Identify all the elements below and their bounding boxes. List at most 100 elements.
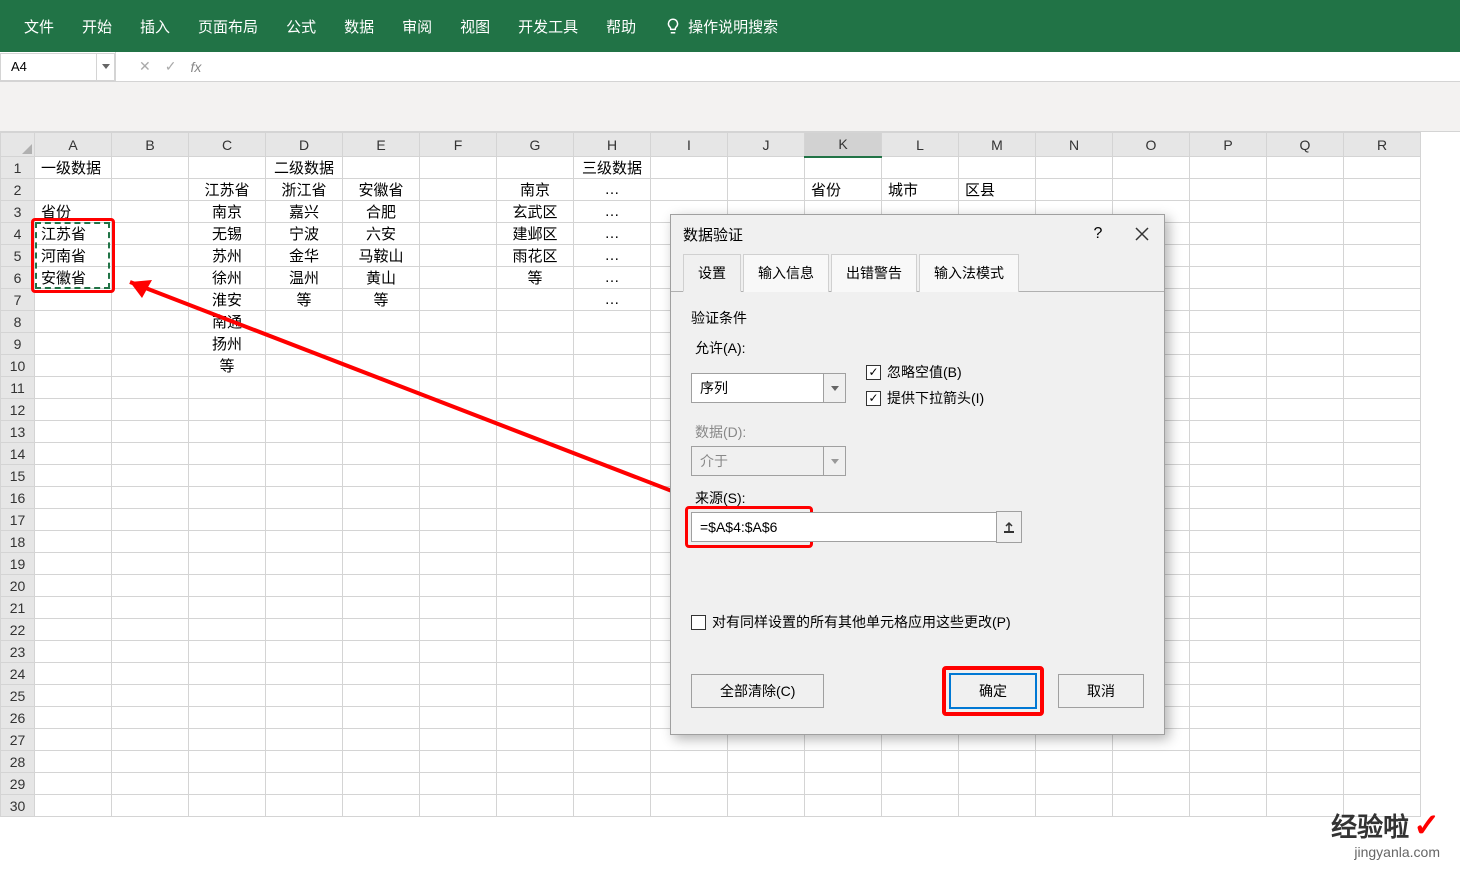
cell-Q15[interactable] [1267, 465, 1344, 487]
column-header-R[interactable]: R [1344, 133, 1421, 157]
cell-O28[interactable] [1113, 751, 1190, 773]
cell-G15[interactable] [497, 465, 574, 487]
row-header-19[interactable]: 19 [1, 553, 35, 575]
cell-H13[interactable] [574, 421, 651, 443]
cell-P24[interactable] [1190, 663, 1267, 685]
cell-F14[interactable] [420, 443, 497, 465]
cell-K29[interactable] [805, 773, 882, 795]
cell-P14[interactable] [1190, 443, 1267, 465]
cell-K30[interactable] [805, 795, 882, 817]
cell-H6[interactable]: … [574, 267, 651, 289]
menu-formulas[interactable]: 公式 [272, 0, 330, 52]
cell-B6[interactable] [112, 267, 189, 289]
cell-E27[interactable] [343, 729, 420, 751]
cell-P4[interactable] [1190, 223, 1267, 245]
cell-D12[interactable] [266, 399, 343, 421]
cell-R27[interactable] [1344, 729, 1421, 751]
cell-H19[interactable] [574, 553, 651, 575]
cell-H8[interactable] [574, 311, 651, 333]
cell-H7[interactable]: … [574, 289, 651, 311]
cell-D25[interactable] [266, 685, 343, 707]
cell-L2[interactable]: 城市 [882, 179, 959, 201]
cell-Q11[interactable] [1267, 377, 1344, 399]
cell-E12[interactable] [343, 399, 420, 421]
cell-M30[interactable] [959, 795, 1036, 817]
cell-R22[interactable] [1344, 619, 1421, 641]
cell-E4[interactable]: 六安 [343, 223, 420, 245]
cell-R4[interactable] [1344, 223, 1421, 245]
cell-E10[interactable] [343, 355, 420, 377]
name-box-dropdown[interactable] [96, 54, 114, 80]
cell-F24[interactable] [420, 663, 497, 685]
cell-P30[interactable] [1190, 795, 1267, 817]
cell-P8[interactable] [1190, 311, 1267, 333]
cell-F12[interactable] [420, 399, 497, 421]
cell-F10[interactable] [420, 355, 497, 377]
cell-Q18[interactable] [1267, 531, 1344, 553]
cell-A19[interactable] [35, 553, 112, 575]
cell-D14[interactable] [266, 443, 343, 465]
cell-P29[interactable] [1190, 773, 1267, 795]
cell-C16[interactable] [189, 487, 266, 509]
cell-R29[interactable] [1344, 773, 1421, 795]
cell-C18[interactable] [189, 531, 266, 553]
cell-P25[interactable] [1190, 685, 1267, 707]
tab-input-message[interactable]: 输入信息 [743, 254, 829, 292]
range-picker-button[interactable] [996, 511, 1022, 543]
cell-K28[interactable] [805, 751, 882, 773]
cell-A8[interactable] [35, 311, 112, 333]
cell-D15[interactable] [266, 465, 343, 487]
allow-combo[interactable]: 序列 [691, 373, 846, 403]
cell-A21[interactable] [35, 597, 112, 619]
cell-H5[interactable]: … [574, 245, 651, 267]
cell-D21[interactable] [266, 597, 343, 619]
cell-B1[interactable] [112, 157, 189, 179]
cell-B5[interactable] [112, 245, 189, 267]
cell-J28[interactable] [728, 751, 805, 773]
cell-O1[interactable] [1113, 157, 1190, 179]
cell-Q16[interactable] [1267, 487, 1344, 509]
cell-E14[interactable] [343, 443, 420, 465]
cell-C4[interactable]: 无锡 [189, 223, 266, 245]
cell-R14[interactable] [1344, 443, 1421, 465]
cell-D1[interactable]: 二级数据 [266, 157, 343, 179]
cell-N2[interactable] [1036, 179, 1113, 201]
cell-G5[interactable]: 雨花区 [497, 245, 574, 267]
cell-A14[interactable] [35, 443, 112, 465]
cell-G18[interactable] [497, 531, 574, 553]
cell-R5[interactable] [1344, 245, 1421, 267]
cell-Q27[interactable] [1267, 729, 1344, 751]
tab-ime-mode[interactable]: 输入法模式 [919, 254, 1019, 292]
cell-E29[interactable] [343, 773, 420, 795]
cell-F20[interactable] [420, 575, 497, 597]
column-header-B[interactable]: B [112, 133, 189, 157]
cell-B21[interactable] [112, 597, 189, 619]
column-header-I[interactable]: I [651, 133, 728, 157]
cell-D16[interactable] [266, 487, 343, 509]
cell-F18[interactable] [420, 531, 497, 553]
column-header-L[interactable]: L [882, 133, 959, 157]
cell-F9[interactable] [420, 333, 497, 355]
cell-G22[interactable] [497, 619, 574, 641]
row-header-28[interactable]: 28 [1, 751, 35, 773]
cell-F8[interactable] [420, 311, 497, 333]
cell-C11[interactable] [189, 377, 266, 399]
cell-A16[interactable] [35, 487, 112, 509]
cell-E28[interactable] [343, 751, 420, 773]
menu-view[interactable]: 视图 [446, 0, 504, 52]
menu-file[interactable]: 文件 [10, 0, 68, 52]
cell-J1[interactable] [728, 157, 805, 179]
cell-G16[interactable] [497, 487, 574, 509]
cell-G2[interactable]: 南京 [497, 179, 574, 201]
cell-B17[interactable] [112, 509, 189, 531]
cell-H24[interactable] [574, 663, 651, 685]
cell-Q3[interactable] [1267, 201, 1344, 223]
cell-Q23[interactable] [1267, 641, 1344, 663]
column-header-F[interactable]: F [420, 133, 497, 157]
cell-R6[interactable] [1344, 267, 1421, 289]
column-header-D[interactable]: D [266, 133, 343, 157]
cell-H25[interactable] [574, 685, 651, 707]
cell-Q12[interactable] [1267, 399, 1344, 421]
cell-R3[interactable] [1344, 201, 1421, 223]
cell-F2[interactable] [420, 179, 497, 201]
